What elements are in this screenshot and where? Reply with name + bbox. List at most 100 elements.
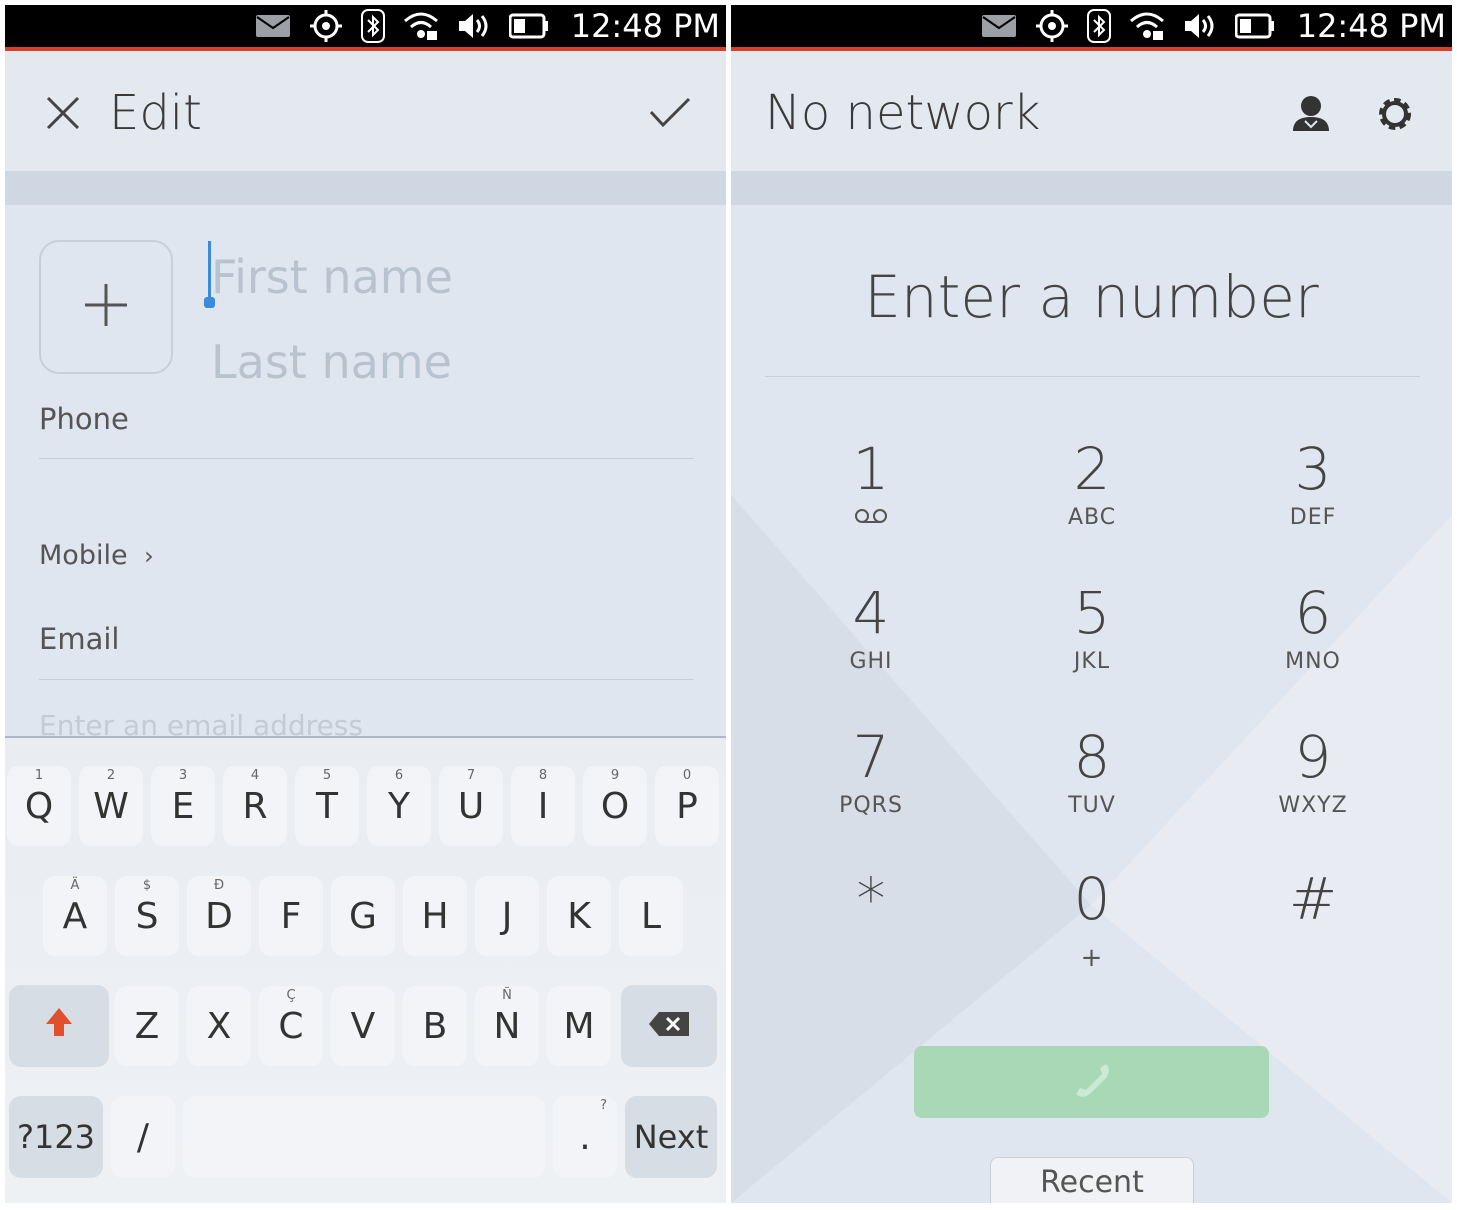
dial-key-star[interactable]: * (801, 867, 941, 987)
key-b[interactable]: B (403, 986, 467, 1066)
key-s[interactable]: $ S (115, 876, 179, 956)
key-secondary-label: 3 (178, 768, 188, 783)
key-k[interactable]: K (547, 876, 611, 956)
contact-editor-screen: 12:48 PM Edit First name Last name Phone… (5, 5, 726, 1203)
dial-key-0[interactable]: 0 + (1022, 867, 1162, 987)
key-label: X (206, 1005, 232, 1047)
key-t[interactable]: 5T (295, 766, 359, 846)
dial-digit: 7 (852, 723, 890, 791)
key-label: M (563, 1005, 595, 1047)
slash-key[interactable]: / (111, 1096, 175, 1178)
next-key[interactable]: Next (625, 1096, 717, 1178)
plus-icon (83, 282, 129, 332)
dial-digit: 3 (1294, 435, 1332, 503)
space-key[interactable] (183, 1096, 545, 1178)
key-l[interactable]: L (619, 876, 683, 956)
dial-digit: 6 (1294, 579, 1332, 647)
dial-key-9[interactable]: 9 WXYZ (1243, 725, 1383, 845)
call-button[interactable] (914, 1046, 1269, 1118)
key-p[interactable]: 0P (655, 766, 719, 846)
dial-key-8[interactable]: 8 TUV (1022, 725, 1162, 845)
key-a[interactable]: ÄA (43, 876, 107, 956)
key-h[interactable]: H (403, 876, 467, 956)
key-secondary-label: 5 (322, 768, 332, 783)
key-v[interactable]: V (331, 986, 395, 1066)
dial-letters: ABC (1067, 505, 1117, 530)
key-i[interactable]: 8I (511, 766, 575, 846)
contacts-icon[interactable] (1291, 93, 1331, 137)
wifi-icon (1129, 11, 1165, 41)
key-o[interactable]: 9O (583, 766, 647, 846)
close-icon[interactable] (45, 95, 81, 135)
key-w[interactable]: 2W (79, 766, 143, 846)
chevron-right-icon: › (144, 542, 154, 570)
key-secondary-label: 7 (466, 768, 476, 783)
shift-key[interactable] (9, 985, 109, 1067)
key-secondary-label: $ (142, 878, 152, 893)
backspace-key[interactable] (621, 985, 717, 1067)
key-c[interactable]: ÇC (259, 986, 323, 1066)
key-q[interactable]: 1Q (7, 766, 71, 846)
gear-icon[interactable] (1374, 93, 1416, 139)
key-label: I (537, 785, 549, 827)
dial-key-3[interactable]: 3 DEF (1243, 437, 1383, 557)
key-label: V (350, 1005, 376, 1047)
divider (39, 679, 694, 680)
dial-key-5[interactable]: 5 JKL (1022, 581, 1162, 701)
recent-tab[interactable]: Recent (990, 1157, 1194, 1203)
status-bar: 12:48 PM (731, 5, 1452, 51)
key-m[interactable]: M (547, 986, 611, 1066)
period-label: . (579, 1116, 591, 1158)
dial-key-4[interactable]: 4 GHI (801, 581, 941, 701)
symbols-key[interactable]: ?123 (9, 1096, 103, 1178)
wifi-icon (403, 11, 439, 41)
key-label: H (421, 895, 449, 937)
dial-letters: TUV (1068, 793, 1116, 818)
dial-key-6[interactable]: 6 MNO (1243, 581, 1383, 701)
number-display[interactable]: Enter a number (731, 263, 1452, 331)
bluetooth-icon (360, 9, 385, 43)
key-label: G (349, 895, 377, 937)
key-secondary-label: 8 (538, 768, 548, 783)
key-x[interactable]: X (187, 986, 251, 1066)
key-secondary-label: Ñ (502, 988, 512, 1003)
dial-key-hash[interactable]: # (1243, 867, 1383, 987)
volume-icon (1183, 12, 1217, 40)
key-secondary-label: Đ (213, 878, 225, 893)
add-photo-button[interactable] (39, 240, 173, 374)
key-g[interactable]: G (331, 876, 395, 956)
key-label: O (600, 785, 630, 827)
dial-digit: 9 (1294, 723, 1332, 791)
key-d[interactable]: ĐD (187, 876, 251, 956)
network-title: No network (765, 85, 1041, 141)
period-key[interactable]: ? . (553, 1096, 617, 1178)
key-secondary-label: 4 (250, 768, 260, 783)
location-icon (1035, 9, 1069, 43)
key-label: J (501, 895, 513, 937)
key-z[interactable]: Z (115, 986, 179, 1066)
key-j[interactable]: J (475, 876, 539, 956)
key-u[interactable]: 7U (439, 766, 503, 846)
key-e[interactable]: 3E (151, 766, 215, 846)
mobile-type-selector[interactable]: Mobile › (39, 540, 154, 571)
key-secondary-label: Ç (286, 988, 296, 1003)
dial-key-2[interactable]: 2 ABC (1022, 437, 1162, 557)
key-secondary-label: Ä (70, 878, 80, 893)
key-label: F (280, 895, 302, 937)
key-y[interactable]: 6Y (367, 766, 431, 846)
first-name-input[interactable]: First name (211, 250, 453, 304)
key-label: Y (388, 785, 410, 827)
dial-key-7[interactable]: 7 PQRS (801, 725, 941, 845)
key-f[interactable]: F (259, 876, 323, 956)
dial-key-1[interactable]: 1 (801, 437, 941, 557)
dial-letters: DEF (1289, 505, 1337, 530)
volume-icon (457, 12, 491, 40)
key-n[interactable]: ÑN (475, 986, 539, 1066)
check-icon[interactable] (649, 97, 691, 133)
bluetooth-icon (1086, 9, 1111, 43)
divider (39, 458, 694, 459)
last-name-input[interactable]: Last name (211, 335, 452, 389)
divider (765, 376, 1420, 377)
battery-icon (508, 13, 549, 39)
key-r[interactable]: 4R (223, 766, 287, 846)
